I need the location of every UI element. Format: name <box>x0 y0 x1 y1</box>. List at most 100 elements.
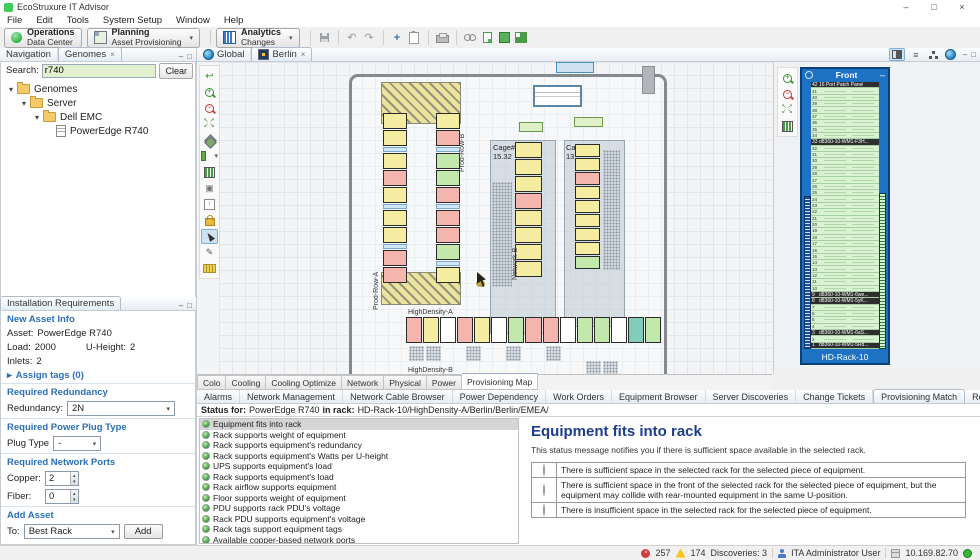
minimize-icon[interactable]: – <box>179 301 183 310</box>
hierarchy-view-icon[interactable] <box>927 49 941 60</box>
menu-edit[interactable]: Edit <box>29 15 59 26</box>
tab-power[interactable]: Power <box>427 375 462 390</box>
menu-file[interactable]: File <box>0 15 29 26</box>
floor-paint-icon[interactable]: ▾ <box>201 149 218 164</box>
clear-search-button[interactable]: Clear <box>159 63 193 79</box>
chevron-down-icon[interactable]: ▾ <box>189 34 193 42</box>
zoom-out-icon[interactable]: − <box>201 101 218 116</box>
power-panel[interactable] <box>519 122 543 132</box>
map-rack[interactable] <box>436 187 460 203</box>
plug-type-select[interactable]: - ▾ <box>53 436 101 451</box>
map-rack[interactable] <box>515 227 542 243</box>
undo-button[interactable]: ↶ <box>344 30 361 46</box>
print-button[interactable] <box>434 30 451 46</box>
tab-server-discoveries[interactable]: Server Discoveries <box>706 390 797 403</box>
map-rack[interactable] <box>575 144 600 157</box>
map-rack[interactable] <box>436 210 460 226</box>
search-input[interactable] <box>42 64 157 78</box>
tab-installation-requirements[interactable]: Installation Requirements <box>0 296 121 310</box>
map-rack[interactable] <box>383 130 407 146</box>
tab-provisioning-map[interactable]: Provisioning Map <box>462 373 538 390</box>
map-rack[interactable] <box>575 186 600 199</box>
close-icon[interactable]: × <box>301 50 306 59</box>
map-rack[interactable] <box>436 153 460 169</box>
check-item-rack-supports-weight-of-equipment[interactable]: Rack supports weight of equipment <box>200 430 518 441</box>
close-icon[interactable]: × <box>110 50 115 59</box>
map-rack[interactable] <box>436 130 460 146</box>
map-rack[interactable] <box>383 210 407 226</box>
cooling-unit[interactable] <box>556 62 594 73</box>
tree-item-poweredge-r740[interactable]: PowerEdge R740 <box>1 124 195 138</box>
map-rack[interactable] <box>515 244 542 260</box>
tab-network[interactable]: Network <box>342 375 384 390</box>
map-rack[interactable] <box>515 210 542 226</box>
move-tool-button[interactable]: + <box>389 30 406 46</box>
row-separator[interactable] <box>383 147 407 152</box>
tree-item-dell-emc[interactable]: ▾Dell EMC <box>1 110 195 124</box>
back-icon[interactable]: ↩ <box>201 69 218 84</box>
save-button[interactable] <box>316 30 333 46</box>
map-rack[interactable] <box>645 317 661 343</box>
expand-arrow-icon[interactable]: ▾ <box>31 113 43 122</box>
power-panel[interactable] <box>574 117 603 127</box>
row-separator[interactable] <box>436 261 460 266</box>
floor-map-canvas[interactable]: Prod-Row-B Prod-Row-A Cage# 15.32 Networ… <box>219 62 772 374</box>
minimize-icon[interactable]: – <box>880 72 885 78</box>
map-rack[interactable] <box>436 267 460 283</box>
globe-view-icon[interactable] <box>945 49 959 60</box>
minimize-icon[interactable]: – <box>892 1 920 14</box>
zoom-in-icon[interactable]: + <box>201 85 218 100</box>
fiber-stepper[interactable]: 0 ▴▾ <box>45 489 79 504</box>
row-separator[interactable] <box>383 244 407 249</box>
fit-view-icon[interactable]: ↖↗↙↘ <box>779 103 796 118</box>
tab-berlin[interactable]: Berlin× <box>251 47 312 61</box>
map-rack[interactable] <box>575 228 600 241</box>
chevron-down-icon[interactable]: ▾ <box>289 34 293 42</box>
check-item-rack-pdu-supports-equipment-s-voltage[interactable]: Rack PDU supports equipment's voltage <box>200 514 518 525</box>
tab-equipment-browser[interactable]: Equipment Browser <box>612 390 706 403</box>
import-icon[interactable]: ↑ <box>201 197 218 212</box>
map-rack[interactable] <box>383 113 407 129</box>
copper-stepper[interactable]: 2 ▴▾ <box>45 471 79 486</box>
layers-icon[interactable] <box>201 133 218 148</box>
map-rack[interactable] <box>577 317 593 343</box>
map-rack[interactable] <box>543 317 559 343</box>
tab-colo[interactable]: Colo <box>197 375 226 390</box>
polygon-tool-icon[interactable]: ✎ <box>201 245 218 260</box>
export-doc-button[interactable] <box>479 30 496 46</box>
map-rack[interactable] <box>575 256 600 269</box>
menu-window[interactable]: Window <box>169 15 217 26</box>
error-icon[interactable]: × <box>641 549 650 558</box>
analytics-perspective-button[interactable]: Analytics Changes ▾ <box>216 28 300 48</box>
map-rack[interactable] <box>575 214 600 227</box>
lock-icon[interactable] <box>201 213 218 228</box>
maximize-icon[interactable]: □ <box>971 50 976 59</box>
tree-item-server[interactable]: ▾Server <box>1 96 195 110</box>
map-rack[interactable] <box>611 317 627 343</box>
map-rack[interactable] <box>525 317 541 343</box>
tab-cooling-optimize[interactable]: Cooling Optimize <box>266 375 342 390</box>
map-rack[interactable] <box>436 244 460 260</box>
target-rack-select[interactable]: Best Rack ▾ <box>24 524 120 539</box>
pointer-tool-icon[interactable] <box>201 229 218 244</box>
map-rack[interactable] <box>628 317 644 343</box>
tab-network-cable-browser[interactable]: Network Cable Browser <box>343 390 453 403</box>
row-separator[interactable] <box>436 147 460 152</box>
check-item-rack-airflow-supports-equipment[interactable]: Rack airflow supports equipment <box>200 482 518 493</box>
zoom-out-icon[interactable]: − <box>779 87 796 102</box>
map-rack[interactable] <box>383 153 407 169</box>
link-button[interactable] <box>462 30 479 46</box>
map-rack[interactable] <box>575 172 600 185</box>
tab-physical[interactable]: Physical <box>384 375 427 390</box>
maximize-icon[interactable]: □ <box>187 52 192 61</box>
warning-icon[interactable] <box>676 549 686 558</box>
minimize-icon[interactable]: – <box>179 52 183 61</box>
map-rack[interactable] <box>423 317 439 343</box>
map-rack[interactable] <box>575 158 600 171</box>
tab-navigation[interactable]: Navigation <box>0 48 58 61</box>
tab-change-tickets[interactable]: Change Tickets <box>796 390 873 403</box>
assign-tags-toggle[interactable]: ▸ Assign tags (0) <box>1 369 195 383</box>
minimize-icon[interactable]: – <box>963 50 967 59</box>
map-rack[interactable] <box>515 159 542 175</box>
map-rack[interactable] <box>508 317 524 343</box>
